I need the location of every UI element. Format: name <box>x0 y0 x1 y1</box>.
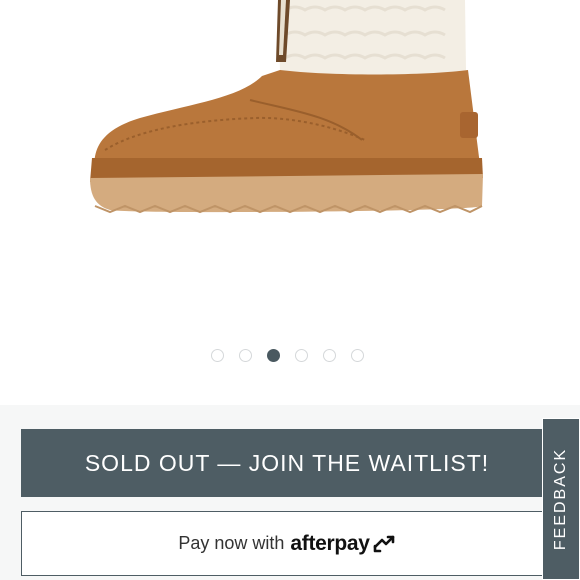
carousel-dot-3[interactable] <box>267 349 280 362</box>
carousel-dot-6[interactable] <box>351 349 364 362</box>
carousel-dot-5[interactable] <box>323 349 336 362</box>
carousel-dot-1[interactable] <box>211 349 224 362</box>
afterpay-arrows-icon <box>373 535 394 552</box>
feedback-tab[interactable]: FEEDBACK <box>542 418 580 580</box>
feedback-label: FEEDBACK <box>552 447 569 551</box>
carousel-dot-2[interactable] <box>239 349 252 362</box>
afterpay-button[interactable]: Pay now with afterpay <box>21 511 553 576</box>
join-waitlist-button[interactable]: SOLD OUT — JOIN THE WAITLIST! <box>21 429 553 497</box>
boot-product-image <box>90 0 483 214</box>
afterpay-prefix-text: Pay now with <box>178 533 285 553</box>
product-image-area[interactable] <box>0 0 580 405</box>
afterpay-logo-text: afterpay <box>290 531 370 555</box>
image-carousel-dots <box>0 349 580 367</box>
carousel-dot-4[interactable] <box>295 349 308 362</box>
